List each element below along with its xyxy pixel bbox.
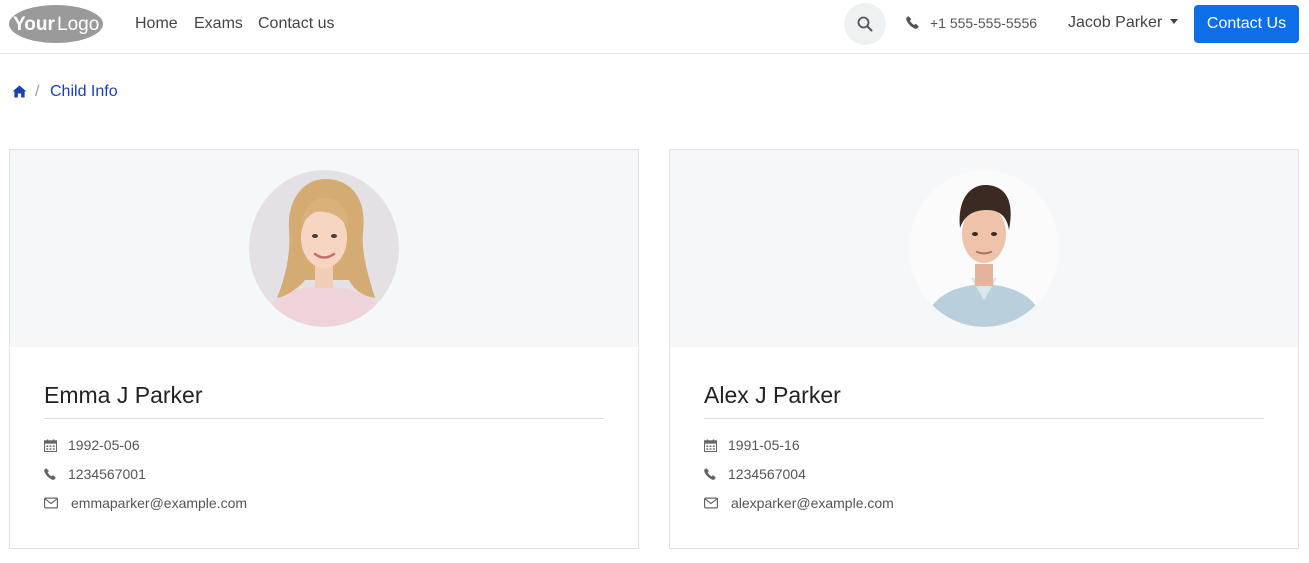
calendar-icon: [44, 439, 57, 452]
header-phone-number: +1 555-555-5556: [930, 15, 1038, 31]
child-email-value[interactable]: alexparker@example.com: [731, 495, 894, 511]
calendar-icon: [704, 439, 717, 452]
phone-icon: [906, 16, 919, 29]
child-email: alexparker@example.com: [704, 494, 1264, 514]
svg-text:Your: Your: [13, 14, 55, 35]
breadcrumb-separator: /: [35, 83, 40, 100]
contact-us-button[interactable]: Contact Us: [1194, 5, 1299, 43]
card-divider: [44, 418, 604, 419]
child-card: Emma J Parker 1992-05-06 1234567001 emma…: [9, 149, 639, 549]
svg-text:Logo: Logo: [57, 14, 99, 35]
child-phone-value: 1234567001: [68, 466, 146, 482]
breadcrumb-current[interactable]: Child Info: [50, 83, 118, 101]
child-name: Emma J Parker: [44, 382, 203, 408]
brand-logo[interactable]: Your Logo: [8, 4, 104, 44]
child-avatar: [909, 170, 1059, 327]
envelope-icon: [44, 497, 58, 509]
nav-link-contact[interactable]: Contact us: [258, 14, 334, 34]
home-icon[interactable]: [12, 85, 27, 98]
user-name: Jacob Parker: [1068, 14, 1163, 31]
child-dob-value: 1991-05-16: [728, 437, 800, 453]
child-phone: 1234567004: [704, 465, 1264, 485]
child-avatar: [249, 170, 399, 327]
child-dob-value: 1992-05-06: [68, 437, 140, 453]
top-navbar: Your Logo Home Exams Contact us +1 555-5…: [0, 0, 1309, 54]
caret-down-icon: [1170, 19, 1179, 24]
child-card: Alex J Parker 1991-05-16 1234567004 alex…: [669, 149, 1299, 549]
search-icon: [857, 16, 873, 32]
phone-icon: [44, 468, 56, 480]
nav-link-exams[interactable]: Exams: [194, 14, 243, 34]
child-email-value[interactable]: emmaparker@example.com: [71, 495, 247, 511]
card-divider: [704, 418, 1264, 419]
child-dob: 1991-05-16: [704, 436, 1264, 456]
child-phone-value: 1234567004: [728, 466, 806, 482]
user-menu-dropdown[interactable]: Jacob Parker: [1068, 14, 1179, 32]
envelope-icon: [704, 497, 718, 509]
search-button[interactable]: [844, 3, 886, 45]
child-name: Alex J Parker: [704, 382, 841, 408]
child-dob: 1992-05-06: [44, 436, 604, 456]
card-header: [670, 150, 1298, 347]
phone-icon: [704, 468, 716, 480]
child-email: emmaparker@example.com: [44, 494, 604, 514]
nav-link-home[interactable]: Home: [135, 14, 178, 34]
child-phone: 1234567001: [44, 465, 604, 485]
card-header: [10, 150, 638, 347]
